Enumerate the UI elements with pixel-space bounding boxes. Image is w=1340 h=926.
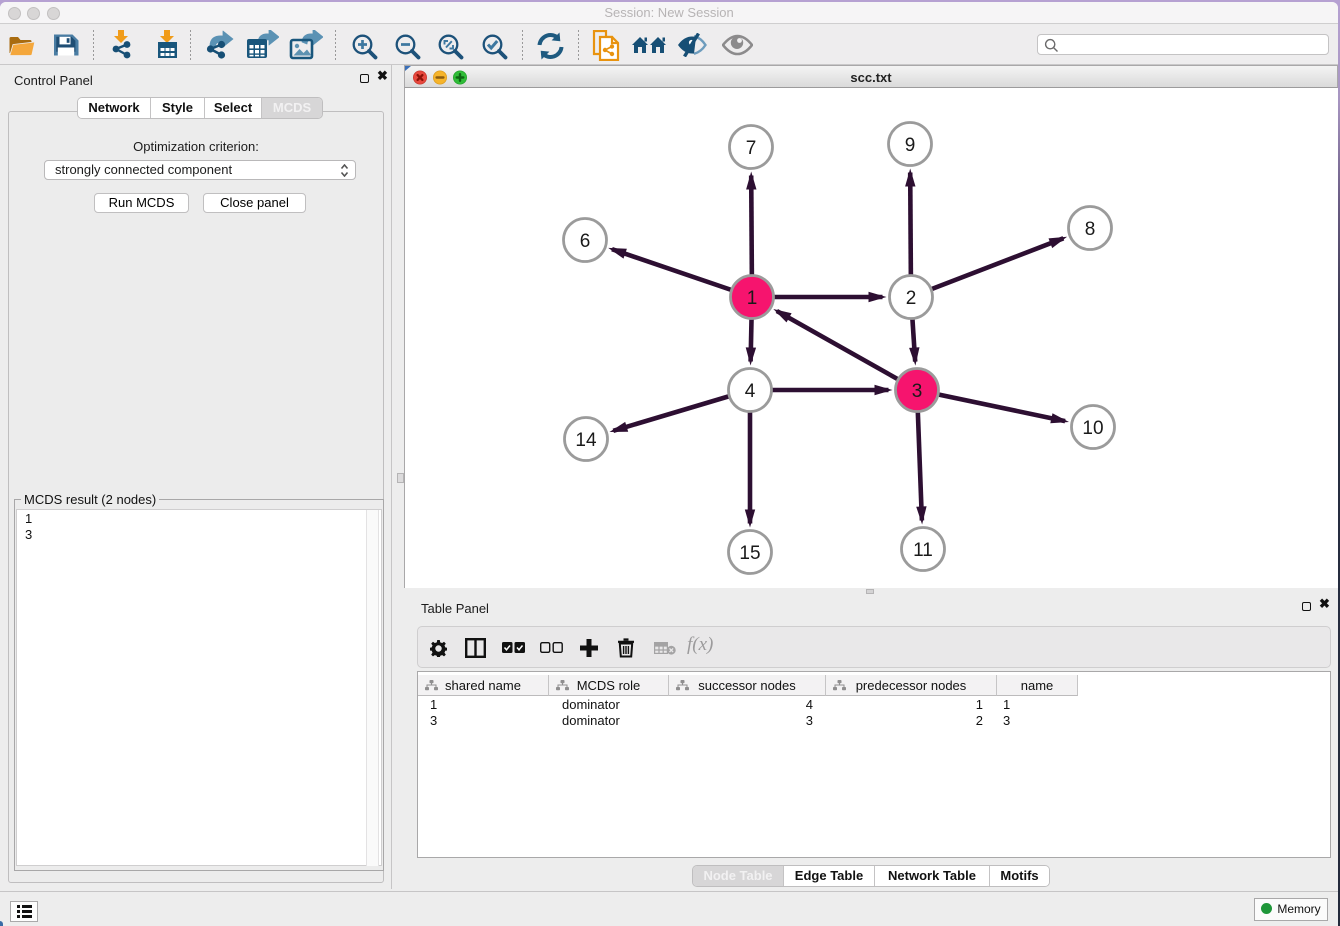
svg-text:15: 15	[739, 543, 760, 564]
svg-text:7: 7	[746, 138, 757, 159]
svg-text:3: 3	[912, 381, 923, 402]
svg-text:14: 14	[575, 430, 597, 451]
svg-text:4: 4	[745, 381, 756, 402]
svg-text:1: 1	[747, 288, 758, 309]
svg-text:8: 8	[1085, 219, 1096, 240]
svg-text:11: 11	[913, 540, 933, 561]
svg-text:6: 6	[580, 231, 591, 252]
svg-text:9: 9	[905, 135, 916, 156]
svg-text:10: 10	[1082, 418, 1103, 439]
svg-text:2: 2	[906, 288, 917, 309]
